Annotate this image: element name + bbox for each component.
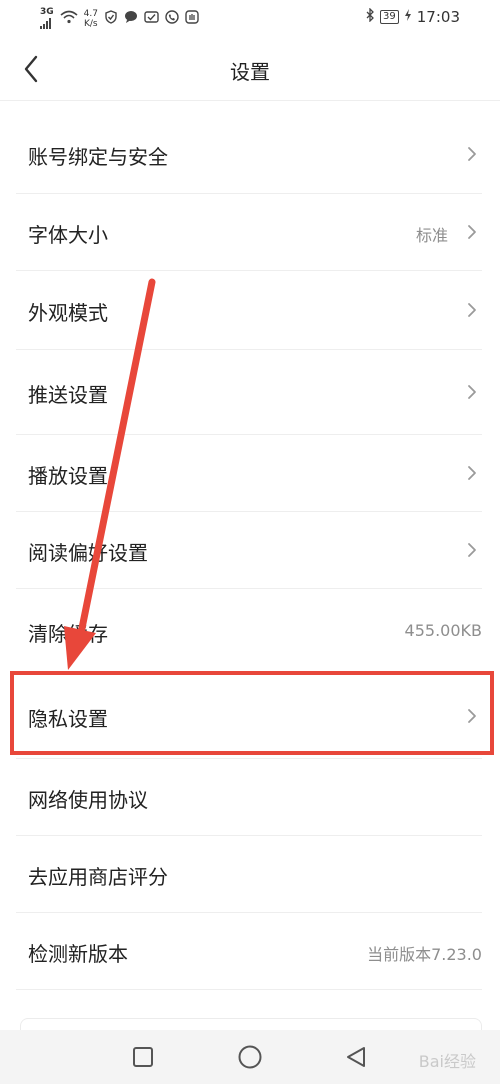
settings-row-label: 播放设置 xyxy=(28,464,108,488)
page-title: 设置 xyxy=(230,60,270,84)
message-icon xyxy=(124,10,138,28)
settings-row[interactable]: 账号绑定与安全 xyxy=(16,115,482,194)
settings-row[interactable]: 清除缓存 455.00KB xyxy=(16,589,482,674)
settings-row-label: 检测新版本 xyxy=(28,942,128,966)
recents-button[interactable] xyxy=(129,1043,157,1071)
settings-row-label: 隐私设置 xyxy=(28,707,108,731)
cellular-indicator: 3G xyxy=(40,8,54,29)
settings-row[interactable]: 阅读偏好设置 xyxy=(16,512,482,589)
network-type: 3G xyxy=(40,7,54,17)
square-icon xyxy=(133,1047,153,1067)
chevron-right-icon xyxy=(468,385,476,399)
settings-row-value: 455.00KB xyxy=(404,621,482,640)
back-nav-button[interactable] xyxy=(342,1043,370,1071)
settings-row-label: 清除缓存 xyxy=(28,622,108,646)
settings-row-label: 网络使用协议 xyxy=(28,788,148,812)
speed-unit: K/s xyxy=(84,18,98,29)
status-right: 39 17:03 xyxy=(365,7,460,26)
settings-row-label: 账号绑定与安全 xyxy=(28,145,168,169)
circle-icon xyxy=(238,1045,262,1069)
chevron-right-icon xyxy=(468,466,476,480)
speed-value: 4.7 xyxy=(83,8,98,19)
settings-row[interactable]: 播放设置 xyxy=(16,435,482,512)
settings-row-label: 阅读偏好设置 xyxy=(28,541,148,565)
triangle-back-icon xyxy=(347,1047,365,1067)
phone-icon xyxy=(165,9,179,28)
settings-row[interactable]: 隐私设置 xyxy=(16,674,482,759)
settings-list: 账号绑定与安全 字体大小 标准外观模式推送设置播放设置阅读偏好设置 清除缓存 455.0… xyxy=(0,115,500,990)
chevron-right-icon xyxy=(468,303,476,317)
settings-row[interactable]: 字体大小 标准 xyxy=(16,194,482,271)
settings-row[interactable]: 网络使用协议 xyxy=(16,759,482,836)
settings-row-label: 字体大小 xyxy=(28,223,108,247)
settings-row[interactable]: 去应用商店评分 xyxy=(16,836,482,913)
clock: 17:03 xyxy=(416,8,460,26)
shield-check-icon xyxy=(104,9,118,28)
settings-row-label: 去应用商店评分 xyxy=(28,865,168,889)
chevron-right-icon xyxy=(468,543,476,557)
chevron-right-icon xyxy=(468,225,476,239)
status-left: 3G 4.7 K/s xyxy=(40,8,199,29)
battery-level: 39 xyxy=(380,10,399,24)
settings-row-label: 外观模式 xyxy=(28,301,108,325)
wifi-icon xyxy=(60,10,78,28)
chevron-right-icon xyxy=(468,709,476,723)
settings-row[interactable]: 外观模式 xyxy=(16,271,482,350)
signal-bars-icon xyxy=(40,17,54,29)
chevron-right-icon xyxy=(468,147,476,161)
hand-icon xyxy=(185,9,199,28)
status-bar: 3G 4.7 K/s 39 17:03 xyxy=(0,0,500,38)
settings-row[interactable]: 推送设置 xyxy=(16,350,482,435)
system-nav-bar: Bai经验 xyxy=(0,1030,500,1084)
settings-row-value: 当前版本7.23.0 xyxy=(367,945,482,964)
mail-check-icon xyxy=(144,10,159,28)
settings-row-value: 标准 xyxy=(415,226,448,245)
watermark: Bai经验 xyxy=(418,1052,476,1071)
charging-icon xyxy=(404,8,412,26)
home-button[interactable] xyxy=(236,1043,264,1071)
bluetooth-icon xyxy=(365,7,375,26)
network-speed: 4.7 K/s xyxy=(84,9,98,29)
app-header: 设置 xyxy=(0,38,500,101)
settings-row-label: 推送设置 xyxy=(28,383,108,407)
settings-row[interactable]: 检测新版本 当前版本7.23.0 xyxy=(16,913,482,990)
